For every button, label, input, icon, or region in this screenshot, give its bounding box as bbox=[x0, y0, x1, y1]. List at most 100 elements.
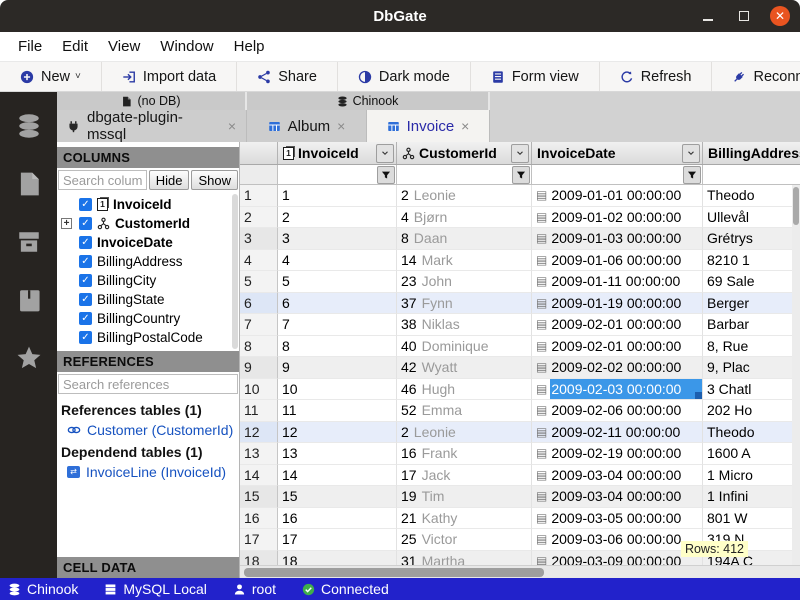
checkbox[interactable]: ✓ bbox=[79, 293, 92, 306]
close-button[interactable]: ✕ bbox=[770, 6, 790, 26]
menu-item-view[interactable]: View bbox=[98, 34, 150, 59]
column-checkbox-item[interactable]: ✓BillingState bbox=[57, 290, 239, 309]
cell-billingaddress[interactable]: Theodo bbox=[703, 185, 800, 207]
cell-billingaddress[interactable]: Barbar bbox=[703, 314, 800, 336]
show-button[interactable]: Show bbox=[191, 170, 238, 190]
row-number[interactable]: 10 bbox=[240, 379, 278, 401]
dark-mode-button[interactable]: Dark mode bbox=[338, 62, 471, 91]
column-checkbox-item[interactable]: +✓CustomerId bbox=[57, 214, 239, 233]
search-references-input[interactable] bbox=[58, 374, 238, 394]
reconnect-button[interactable]: Reconnect bbox=[712, 62, 800, 91]
funnel-icon[interactable] bbox=[377, 166, 395, 184]
cell-customerid[interactable]: 37Fynn bbox=[397, 293, 532, 315]
cell-invoiceid[interactable]: 4 bbox=[278, 250, 397, 272]
row-number[interactable]: 14 bbox=[240, 465, 278, 487]
cell-invoiceid[interactable]: 1 bbox=[278, 185, 397, 207]
share-button[interactable]: Share bbox=[237, 62, 338, 91]
cell-invoicedate[interactable]: ▤2009-01-01 00:00:00 bbox=[532, 185, 703, 207]
cell-billingaddress[interactable]: 801 W bbox=[703, 508, 800, 530]
cell-invoiceid[interactable]: 10 bbox=[278, 379, 397, 401]
refresh-button[interactable]: Refresh bbox=[600, 62, 713, 91]
row-number[interactable]: 12 bbox=[240, 422, 278, 444]
filter-input-invoiceid[interactable] bbox=[278, 166, 377, 184]
column-checkbox-item[interactable]: ✓InvoiceDate bbox=[57, 233, 239, 252]
cell-data-panel-header[interactable]: CELL DATA bbox=[57, 557, 239, 578]
form-view-button[interactable]: Form view bbox=[471, 62, 600, 91]
activity-bar-item-database[interactable] bbox=[15, 112, 43, 140]
row-number[interactable]: 16 bbox=[240, 508, 278, 530]
cell-invoiceid[interactable]: 6 bbox=[278, 293, 397, 315]
cell-billingaddress[interactable]: 1 Infini bbox=[703, 486, 800, 508]
cell-billingaddress[interactable]: 1 Micro bbox=[703, 465, 800, 487]
tab-close-icon[interactable]: × bbox=[337, 118, 345, 134]
cell-invoiceid[interactable]: 8 bbox=[278, 336, 397, 358]
row-number[interactable]: 9 bbox=[240, 357, 278, 379]
cell-billingaddress[interactable]: Grétrys bbox=[703, 228, 800, 250]
cell-customerid[interactable]: 2Leonie bbox=[397, 422, 532, 444]
cell-customerid[interactable]: 4Bjørn bbox=[397, 207, 532, 229]
status-item-chinook[interactable]: Chinook bbox=[8, 581, 78, 597]
cell-billingaddress[interactable]: 8210 1 bbox=[703, 250, 800, 272]
checkbox[interactable]: ✓ bbox=[79, 255, 92, 268]
minimize-button[interactable] bbox=[698, 6, 718, 26]
chevron-down-icon[interactable] bbox=[376, 144, 394, 163]
column-checkbox-item[interactable]: ✓BillingCountry bbox=[57, 309, 239, 328]
row-number[interactable]: 15 bbox=[240, 486, 278, 508]
cell-invoiceid[interactable]: 5 bbox=[278, 271, 397, 293]
tab-group-nodb[interactable]: (no DB) bbox=[57, 92, 247, 110]
vertical-scrollbar-thumb[interactable] bbox=[793, 187, 799, 225]
column-header-customerid[interactable]: CustomerId bbox=[397, 142, 532, 164]
row-number[interactable]: 6 bbox=[240, 293, 278, 315]
cell-billingaddress[interactable]: 8, Rue bbox=[703, 336, 800, 358]
cell-invoicedate[interactable]: ▤2009-02-19 00:00:00 bbox=[532, 443, 703, 465]
row-number[interactable]: 8 bbox=[240, 336, 278, 358]
activity-bar-item-star[interactable] bbox=[15, 344, 43, 372]
cell-invoicedate[interactable]: ▤2009-02-01 00:00:00 bbox=[532, 314, 703, 336]
column-checkbox-item[interactable]: ✓1InvoiceId bbox=[57, 195, 239, 214]
cell-customerid[interactable]: 21Kathy bbox=[397, 508, 532, 530]
row-number[interactable]: 13 bbox=[240, 443, 278, 465]
cell-invoiceid[interactable]: 2 bbox=[278, 207, 397, 229]
cell-billingaddress[interactable]: 202 Ho bbox=[703, 400, 800, 422]
cell-invoicedate[interactable]: ▤2009-03-06 00:00:00 bbox=[532, 529, 703, 551]
checkbox[interactable]: ✓ bbox=[79, 274, 92, 287]
activity-bar-item-archive[interactable] bbox=[15, 228, 43, 256]
cell-customerid[interactable]: 38Niklas bbox=[397, 314, 532, 336]
import-data-button[interactable]: Import data bbox=[102, 62, 237, 91]
row-number[interactable]: 11 bbox=[240, 400, 278, 422]
search-columns-input[interactable] bbox=[58, 170, 147, 190]
cell-invoiceid[interactable]: 14 bbox=[278, 465, 397, 487]
cell-invoicedate[interactable]: ▤2009-01-03 00:00:00 bbox=[532, 228, 703, 250]
filter-input-invoicedate[interactable] bbox=[532, 166, 683, 184]
cell-customerid[interactable]: 16Frank bbox=[397, 443, 532, 465]
horizontal-scrollbar-thumb[interactable] bbox=[244, 568, 544, 577]
cell-customerid[interactable]: 23John bbox=[397, 271, 532, 293]
cell-billingaddress[interactable]: 3 Chatl bbox=[703, 379, 800, 401]
selection-drag-handle[interactable] bbox=[695, 392, 702, 399]
cell-billingaddress[interactable]: Theodo bbox=[703, 422, 800, 444]
menu-item-file[interactable]: File bbox=[8, 34, 52, 59]
columns-panel-header[interactable]: COLUMNS bbox=[57, 147, 239, 168]
column-header-invoicedate[interactable]: InvoiceDate bbox=[532, 142, 703, 164]
cell-invoicedate[interactable]: ▤2009-03-05 00:00:00 bbox=[532, 508, 703, 530]
menu-item-edit[interactable]: Edit bbox=[52, 34, 98, 59]
cell-customerid[interactable]: 14Mark bbox=[397, 250, 532, 272]
cell-invoicedate[interactable]: ▤2009-02-01 00:00:00 bbox=[532, 336, 703, 358]
row-number[interactable]: 4 bbox=[240, 250, 278, 272]
cell-invoicedate[interactable]: ▤2009-03-04 00:00:00 bbox=[532, 486, 703, 508]
cell-customerid[interactable]: 17Jack bbox=[397, 465, 532, 487]
funnel-icon[interactable] bbox=[683, 166, 701, 184]
reference-link[interactable]: Customer (CustomerId) bbox=[67, 422, 235, 438]
row-number[interactable]: 1 bbox=[240, 185, 278, 207]
checkbox[interactable]: ✓ bbox=[79, 312, 92, 325]
activity-bar-item-file[interactable] bbox=[15, 170, 43, 198]
cell-invoiceid[interactable]: 7 bbox=[278, 314, 397, 336]
new-button[interactable]: New˅ bbox=[0, 62, 102, 91]
menu-item-help[interactable]: Help bbox=[224, 34, 275, 59]
maximize-button[interactable] bbox=[734, 6, 754, 26]
status-item-root[interactable]: root bbox=[233, 581, 276, 597]
status-item-connected[interactable]: Connected bbox=[302, 581, 389, 597]
cell-invoicedate[interactable]: ▤2009-02-11 00:00:00 bbox=[532, 422, 703, 444]
tab-dbgate-plugin-mssql[interactable]: dbgate-plugin-mssql× bbox=[57, 110, 247, 142]
references-panel-header[interactable]: REFERENCES bbox=[57, 351, 239, 372]
